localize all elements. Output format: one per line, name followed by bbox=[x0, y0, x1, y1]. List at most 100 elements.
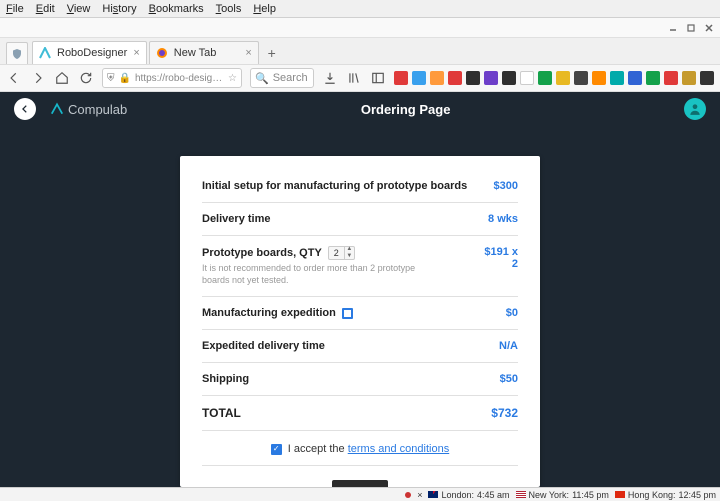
shield-icon: ⛨ bbox=[107, 73, 115, 84]
extension-icon[interactable] bbox=[502, 71, 516, 85]
menu-file[interactable]: File bbox=[6, 3, 24, 15]
menu-edit[interactable]: Edit bbox=[36, 3, 55, 15]
app-back-button[interactable] bbox=[14, 98, 36, 120]
window-minimize-icon[interactable] bbox=[666, 21, 680, 35]
row-expedited-delivery: Expedited delivery time N/A bbox=[202, 330, 518, 363]
extension-icon[interactable] bbox=[610, 71, 624, 85]
nav-back-icon[interactable] bbox=[6, 70, 22, 86]
search-icon: 🔍 bbox=[255, 72, 269, 85]
favicon-icon bbox=[39, 47, 51, 59]
app-header: Compulab Ordering Page bbox=[0, 92, 720, 126]
url-text: https://robo-designer.com/ord bbox=[135, 73, 224, 84]
extension-icon[interactable] bbox=[592, 71, 606, 85]
terms-link[interactable]: terms and conditions bbox=[348, 443, 450, 455]
new-tab-button[interactable]: + bbox=[261, 42, 283, 64]
app-body: Initial setup for manufacturing of proto… bbox=[0, 126, 720, 487]
menu-help[interactable]: Help bbox=[253, 3, 276, 15]
row-shipping: Shipping $50 bbox=[202, 363, 518, 396]
avatar[interactable] bbox=[684, 98, 706, 120]
os-menubar: File Edit View History Bookmarks Tools H… bbox=[0, 0, 720, 18]
extension-icon[interactable] bbox=[574, 71, 588, 85]
clock-newyork[interactable]: New York: 11:45 pm bbox=[516, 490, 609, 500]
row-value: N/A bbox=[499, 340, 518, 352]
window-close-icon[interactable] bbox=[702, 21, 716, 35]
qty-stepper[interactable]: 2 ▲▼ bbox=[328, 246, 355, 260]
row-label: TOTAL bbox=[202, 406, 241, 420]
extension-icon[interactable] bbox=[664, 71, 678, 85]
tab-newtab[interactable]: New Tab × bbox=[149, 41, 259, 64]
window-maximize-icon[interactable] bbox=[684, 21, 698, 35]
flag-us-icon bbox=[516, 491, 526, 498]
extension-icon[interactable] bbox=[646, 71, 660, 85]
row-label: Initial setup for manufacturing of proto… bbox=[202, 180, 467, 192]
search-bar[interactable]: 🔍 Search bbox=[250, 68, 314, 88]
next-button[interactable]: NEXT bbox=[332, 480, 389, 487]
page-viewport: Compulab Ordering Page Initial setup for… bbox=[0, 92, 720, 487]
terms-row: I accept the terms and conditions bbox=[202, 431, 518, 465]
extension-icon[interactable] bbox=[628, 71, 642, 85]
brand-logo-icon bbox=[50, 102, 64, 116]
tab-robodesigner[interactable]: RoboDesigner × bbox=[32, 41, 147, 64]
row-value: $300 bbox=[494, 180, 518, 192]
page-title: Ordering Page bbox=[127, 102, 684, 117]
nav-forward-icon[interactable] bbox=[30, 70, 46, 86]
extension-icon[interactable] bbox=[682, 71, 696, 85]
clock-london[interactable]: London: 4:45 am bbox=[428, 490, 509, 500]
recording-dot-icon bbox=[405, 492, 411, 498]
nav-home-icon[interactable] bbox=[54, 70, 70, 86]
menu-view[interactable]: View bbox=[67, 3, 91, 15]
stepper-icon[interactable]: ▲▼ bbox=[344, 246, 354, 260]
library-icon[interactable] bbox=[346, 70, 362, 86]
row-total: TOTAL $732 bbox=[202, 396, 518, 431]
extension-icon[interactable] bbox=[430, 71, 444, 85]
tab-strip: RoboDesigner × New Tab × + bbox=[0, 38, 720, 64]
tab-title: New Tab bbox=[174, 47, 217, 59]
extension-icon[interactable] bbox=[484, 71, 498, 85]
row-label: Prototype boards, QTY bbox=[202, 247, 322, 259]
brand[interactable]: Compulab bbox=[50, 102, 127, 117]
firefox-icon bbox=[156, 47, 168, 59]
shield-icon bbox=[11, 48, 23, 60]
row-value: $0 bbox=[506, 307, 518, 319]
extension-icon[interactable] bbox=[394, 71, 408, 85]
user-icon bbox=[688, 102, 702, 116]
flag-uk-icon bbox=[428, 491, 438, 498]
row-label: Shipping bbox=[202, 373, 249, 385]
flag-hk-icon bbox=[615, 491, 625, 498]
tab-close-icon[interactable]: × bbox=[133, 47, 139, 59]
nav-reload-icon[interactable] bbox=[78, 70, 94, 86]
order-card: Initial setup for manufacturing of proto… bbox=[180, 156, 540, 487]
extension-icon[interactable] bbox=[538, 71, 552, 85]
row-value: $50 bbox=[500, 373, 518, 385]
star-icon[interactable]: ☆ bbox=[228, 73, 237, 84]
arrow-left-icon bbox=[20, 104, 30, 114]
row-value: $732 bbox=[491, 406, 518, 420]
row-expedition: Manufacturing expedition $0 bbox=[202, 297, 518, 330]
extension-icon[interactable] bbox=[466, 71, 480, 85]
sidebar-icon[interactable] bbox=[370, 70, 386, 86]
extension-icon[interactable] bbox=[412, 71, 426, 85]
row-label: Manufacturing expedition bbox=[202, 307, 336, 319]
window-titlebar bbox=[0, 18, 720, 38]
browser-toolbar: ⛨ 🔒 https://robo-designer.com/ord ☆ 🔍 Se… bbox=[0, 64, 720, 92]
menu-bookmarks[interactable]: Bookmarks bbox=[149, 3, 204, 15]
tab-close-icon[interactable]: × bbox=[245, 47, 251, 59]
terms-text: I accept the terms and conditions bbox=[288, 443, 449, 455]
extension-icon[interactable] bbox=[556, 71, 570, 85]
expedition-checkbox[interactable] bbox=[342, 308, 353, 319]
menu-tools[interactable]: Tools bbox=[216, 3, 242, 15]
row-value: $191 x 2 bbox=[478, 246, 518, 270]
extension-icon[interactable] bbox=[448, 71, 462, 85]
downloads-icon[interactable] bbox=[322, 70, 338, 86]
url-bar[interactable]: ⛨ 🔒 https://robo-designer.com/ord ☆ bbox=[102, 68, 242, 88]
brand-name: Compulab bbox=[68, 102, 127, 117]
clock-hongkong[interactable]: Hong Kong: 12:45 pm bbox=[615, 490, 716, 500]
pinned-tab[interactable] bbox=[6, 42, 28, 64]
qty-value: 2 bbox=[329, 248, 344, 258]
extension-icon[interactable] bbox=[700, 71, 714, 85]
row-label: Expedited delivery time bbox=[202, 340, 325, 352]
menu-history[interactable]: History bbox=[102, 3, 136, 15]
search-placeholder: Search bbox=[273, 72, 308, 84]
terms-checkbox[interactable] bbox=[271, 444, 282, 455]
extension-icon[interactable] bbox=[520, 71, 534, 85]
